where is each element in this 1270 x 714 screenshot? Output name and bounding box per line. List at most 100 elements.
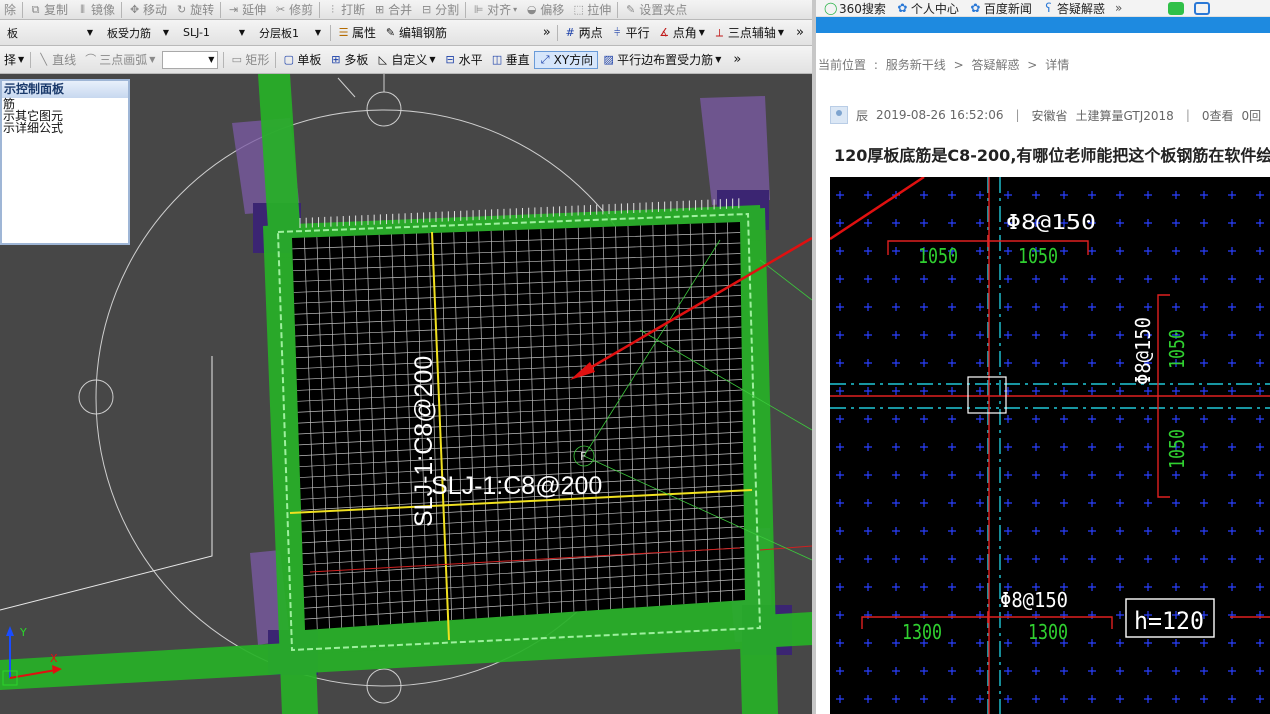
panel-item[interactable]: 示详细公式 — [2, 122, 128, 134]
more-label: » — [542, 25, 551, 40]
arc-label: 三点画弧 — [99, 53, 148, 67]
breadcrumb: 当前位置 : 服务新干线 > 答疑解惑 > 详情 — [818, 56, 1069, 73]
xy-direction-label: XY方向 — [553, 53, 594, 67]
extension-green-icon[interactable] — [1168, 1, 1185, 15]
breadcrumb-link[interactable]: 答疑解惑 — [971, 58, 1019, 72]
rect-button[interactable]: ▭ 矩形 — [226, 51, 273, 69]
bookmark-360-search[interactable]: ◯ 360搜索 — [824, 0, 886, 17]
parallel-edge-label: 平行边布置受力筋 — [617, 53, 714, 67]
vertical-icon: ◫ — [491, 53, 503, 66]
rect-label: 矩形 — [245, 53, 270, 67]
screen: 除 ⧉ 复制 ⫴ 镜像 ✥ 移动 ↻ 旋转 ⇥ 延伸 ✂ 修剪 ⫶ 打断 ⊞ 合并 ⊟ 分割 ⊫ 对… — [0, 0, 1270, 714]
browser-window: ◯ 360搜索 ✿ 个人中心 ✿ 百度新闻 ʕ 答疑解惑 » 当前位置 : 服务新干线 … — [812, 0, 1270, 714]
post-replies: 0回 — [1241, 108, 1262, 123]
xy-direction-button[interactable]: ⤢ XY方向 — [533, 50, 599, 69]
chevron-down-icon: ▼ — [314, 28, 321, 37]
break-button[interactable]: ⫶ 打断 — [322, 1, 369, 19]
more-label: » — [796, 25, 804, 40]
line-label: 直线 — [52, 53, 77, 67]
align-label: 对齐 — [487, 3, 512, 17]
column — [700, 96, 770, 205]
layer-combo[interactable]: 分层板1 ▼ — [255, 24, 325, 42]
grip-button[interactable]: ✎ 设置夹点 — [620, 1, 691, 19]
name-combo[interactable]: SLJ-1 ▼ — [179, 24, 249, 42]
toolbar-more-button[interactable]: » — [788, 25, 812, 40]
post-date: 2019-08-26 16:52:06 — [876, 108, 1004, 122]
extend-icon: ⇥ — [228, 3, 239, 16]
stretch-button[interactable]: ⬚ 拉伸 — [568, 1, 615, 19]
delete-button[interactable]: 除 — [0, 1, 20, 19]
offset-button[interactable]: ◒ 偏移 — [521, 1, 568, 19]
custom-button[interactable]: ◺ 自定义 ▼ — [372, 51, 439, 69]
edit-rebar-button[interactable]: ✎ 编辑钢筋 — [380, 24, 451, 42]
two-point-label: 两点 — [578, 26, 603, 40]
split-icon: ⊟ — [422, 3, 432, 16]
point-angle-button[interactable]: ∡ 点角 ▼ — [654, 24, 709, 42]
toolbar-more-button[interactable]: » — [725, 52, 749, 67]
qa-icon: ʕ — [1045, 1, 1052, 15]
move-button[interactable]: ✥ 移动 — [124, 1, 171, 19]
user-center-icon: ✿ — [897, 1, 908, 15]
question-figure: Φ8@150 1050 1050 Φ8@150 1050 1050 Φ8@150… — [830, 177, 1270, 714]
divider — [465, 1, 467, 18]
thickness-label: h=120 — [1134, 607, 1204, 635]
post-software: 土建算量GTJ2018 — [1075, 108, 1174, 123]
type-combo[interactable]: 板 ▼ — [3, 24, 97, 42]
align-icon: ⊫ — [473, 3, 484, 16]
breadcrumb-link[interactable]: 服务新干线 — [886, 58, 946, 72]
arc-button[interactable]: ⌒ 三点画弧 ▼ — [80, 51, 159, 69]
trim-label: 修剪 — [289, 3, 314, 17]
break-label: 打断 — [341, 3, 366, 17]
divider — [30, 51, 32, 68]
trim-button[interactable]: ✂ 修剪 — [270, 1, 317, 19]
copy-button[interactable]: ⧉ 复制 — [25, 1, 72, 19]
post-author[interactable]: 辰 — [856, 107, 868, 124]
select-button[interactable]: 择 ▼ — [0, 51, 28, 69]
chevron-down-icon: ▼ — [429, 55, 436, 64]
line-button[interactable]: ╲ 直线 — [33, 51, 80, 69]
parallel-button[interactable]: ⫩ 平行 — [607, 24, 654, 42]
bookmark-baidu-news[interactable]: ✿ 百度新闻 — [969, 0, 1032, 17]
parallel-edge-button[interactable]: ▨ 平行边布置受力筋 ▼ — [598, 51, 725, 69]
toolbar-more-button[interactable]: » — [539, 25, 555, 40]
bookmark-user-center[interactable]: ✿ 个人中心 — [896, 0, 959, 17]
multi-slab-button[interactable]: ⊞ 多板 — [325, 51, 372, 69]
divider — [330, 24, 331, 41]
extend-button[interactable]: ⇥ 延伸 — [223, 1, 270, 19]
custom-label: 自定义 — [391, 53, 428, 67]
three-point-axis-button[interactable]: ⟂ 三点辅轴 ▼ — [709, 24, 788, 42]
align-button[interactable]: ⊫ 对齐 ▾ — [468, 1, 521, 19]
side-bottom-dim: 1050 — [1165, 429, 1189, 469]
rotate-button[interactable]: ↻ 旋转 — [171, 1, 218, 19]
category-combo[interactable]: 板受力筋 ▼ — [103, 24, 173, 42]
extension-blue-icon[interactable] — [1194, 1, 1211, 15]
bookmarks-more-button[interactable]: » — [1115, 1, 1122, 15]
property-button[interactable]: ☰ 属性 — [333, 24, 380, 42]
move-icon: ✥ — [129, 3, 140, 16]
property-label: 属性 — [352, 26, 377, 40]
multi-slab-label: 多板 — [344, 53, 369, 67]
extension-green-swatch — [1168, 1, 1185, 15]
panel-title: 示控制面板 — [2, 81, 128, 98]
arc-combo[interactable]: ▼ — [162, 50, 219, 69]
avatar[interactable] — [830, 106, 848, 124]
two-point-button[interactable]: # 两点 — [560, 24, 607, 42]
trim-icon: ✂ — [275, 3, 286, 16]
bookmark-qa[interactable]: ʕ 答疑解惑 — [1042, 0, 1105, 17]
rotate-icon: ↻ — [176, 3, 187, 16]
mirror-button[interactable]: ⫴ 镜像 — [72, 1, 119, 19]
horizontal-button[interactable]: ⊟ 水平 — [440, 51, 487, 69]
bottom-left-dim: 1300 — [902, 620, 942, 644]
merge-button[interactable]: ⊞ 合并 — [369, 1, 416, 19]
split-button[interactable]: ⊟ 分割 — [416, 1, 463, 19]
side-spec-label: Φ8@150 — [1131, 317, 1155, 385]
mirror-icon: ⫴ — [80, 3, 85, 16]
single-slab-button[interactable]: ▢ 单板 — [278, 51, 325, 69]
top-left-dim: 1050 — [918, 244, 958, 268]
more-label: » — [733, 52, 742, 67]
question-title: 120厚板底筋是C8-200,有哪位老师能把这个板钢筋在软件绘制 — [834, 146, 1270, 165]
multi-slab-icon: ⊞ — [331, 53, 341, 66]
divider — [22, 1, 24, 18]
extend-label: 延伸 — [242, 3, 267, 17]
vertical-button[interactable]: ◫ 垂直 — [487, 51, 534, 69]
